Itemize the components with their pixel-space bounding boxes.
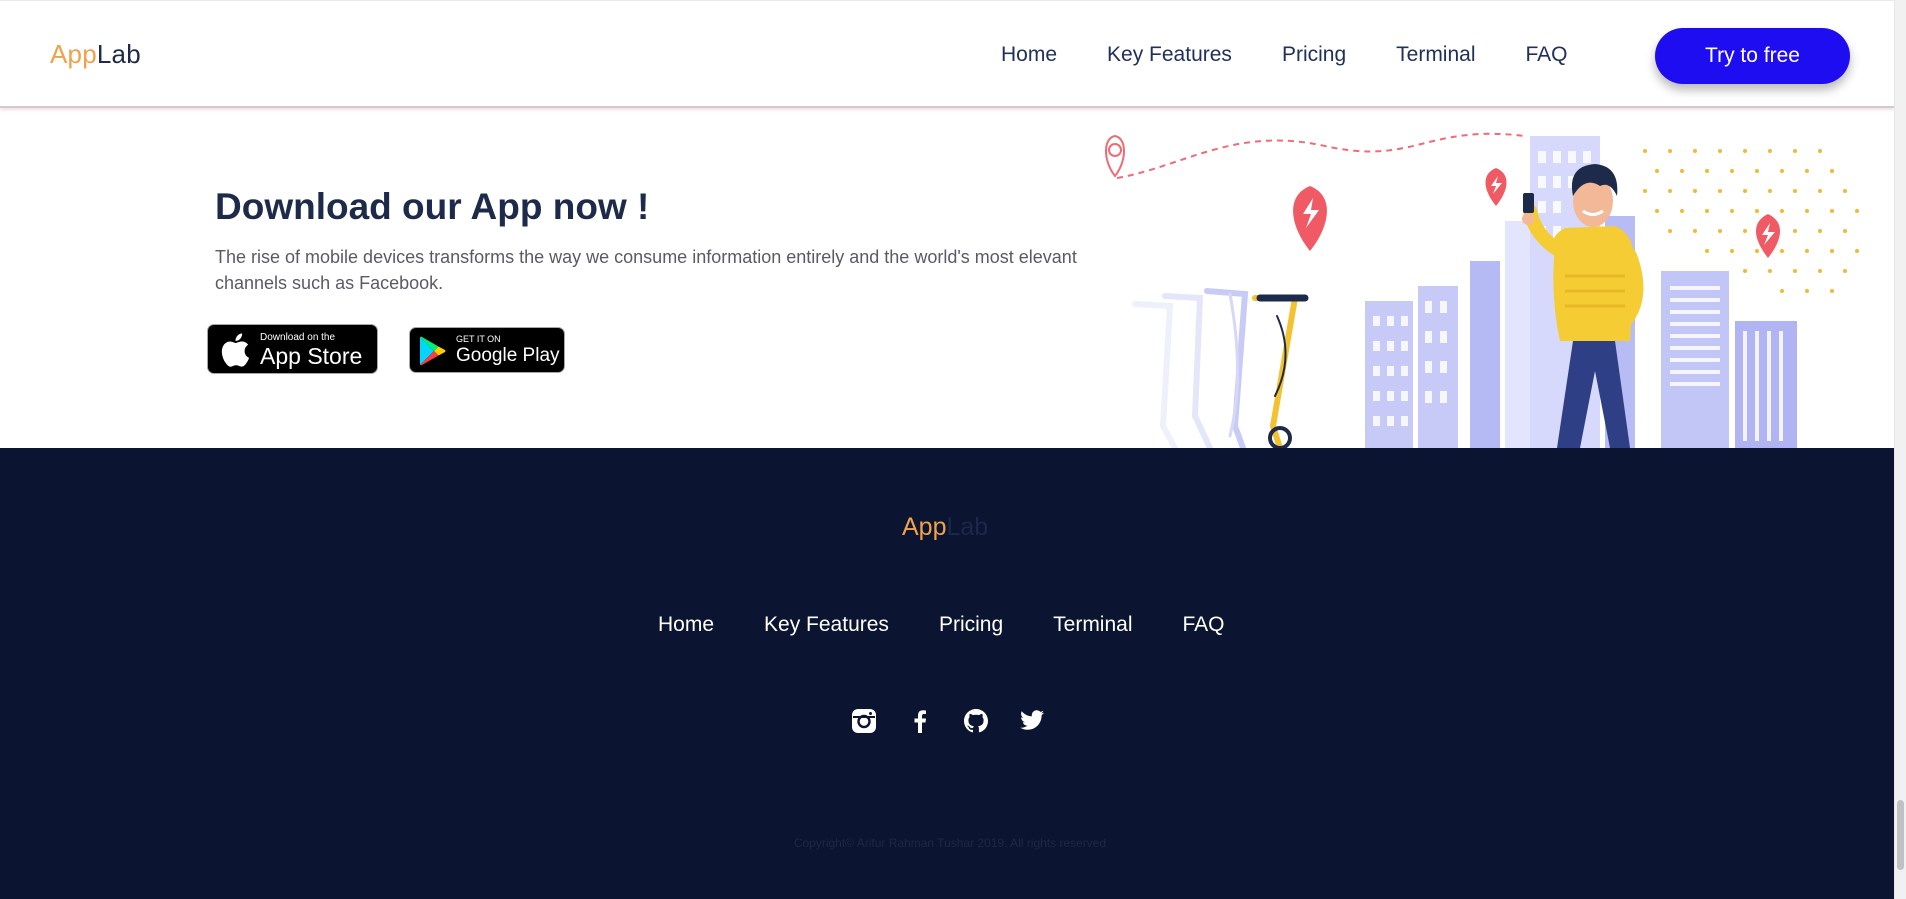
- footer-nav-home[interactable]: Home: [658, 613, 714, 637]
- top-navbar: AppLab Home Key Features Pricing Termina…: [0, 0, 1894, 108]
- nav-terminal[interactable]: Terminal: [1396, 43, 1475, 67]
- location-pin-outline: [1105, 134, 1125, 178]
- footer-nav-pricing[interactable]: Pricing: [939, 613, 1003, 637]
- nav-faq[interactable]: FAQ: [1526, 43, 1568, 67]
- nav-home[interactable]: Home: [1001, 43, 1057, 67]
- github-icon[interactable]: [963, 707, 989, 735]
- social-links: [851, 707, 1045, 735]
- main-nav: Home Key Features Pricing Terminal FAQ: [1001, 43, 1568, 67]
- google-play-button[interactable]: GET IT ON Google Play: [409, 327, 565, 373]
- footer-logo[interactable]: AppLab: [902, 513, 988, 542]
- nav-key-features[interactable]: Key Features: [1107, 43, 1232, 67]
- download-title: Download our App now !: [215, 186, 650, 227]
- red-pin-1: [1293, 186, 1327, 251]
- nav-pricing[interactable]: Pricing: [1282, 43, 1346, 67]
- footer-nav-terminal[interactable]: Terminal: [1053, 613, 1132, 637]
- footer-nav-faq[interactable]: FAQ: [1183, 613, 1225, 637]
- app-store-button[interactable]: Download on the App Store: [207, 324, 378, 374]
- facebook-icon[interactable]: [907, 707, 933, 735]
- google-play-small-text: GET IT ON: [456, 334, 501, 344]
- footer-nav-key-features[interactable]: Key Features: [764, 613, 889, 637]
- scrollbar-thumb[interactable]: [1897, 800, 1904, 870]
- google-play-big-text: Google Play: [456, 345, 560, 366]
- red-pin-2: [1485, 168, 1507, 206]
- logo-lab-text: Lab: [96, 39, 141, 69]
- route-line: [1116, 132, 1526, 179]
- vertical-scrollbar[interactable]: [1894, 0, 1906, 899]
- city-scooter-illustration: [1105, 132, 1859, 448]
- page: AppLab Home Key Features Pricing Termina…: [0, 0, 1906, 899]
- scooters: [1132, 288, 1309, 448]
- google-play-icon: [420, 336, 446, 366]
- app-store-small-text: Download on the: [260, 332, 336, 343]
- red-pin-3: [1755, 214, 1781, 258]
- instagram-icon[interactable]: [851, 707, 877, 735]
- footer-logo-app-text: App: [902, 513, 947, 541]
- try-free-button[interactable]: Try to free: [1655, 28, 1850, 84]
- twitter-icon[interactable]: [1019, 707, 1045, 735]
- footer: AppLab Home Key Features Pricing Termina…: [0, 448, 1894, 899]
- download-description: The rise of mobile devices transforms th…: [215, 247, 1077, 293]
- apple-icon: [221, 333, 250, 367]
- logo-app-text: App: [50, 39, 97, 69]
- footer-logo-lab-text: Lab: [946, 513, 989, 541]
- copyright-text: Copyright© Arifur Rahman Tushar 2019. Al…: [793, 836, 1107, 850]
- app-store-big-text: App Store: [260, 343, 363, 369]
- brand-logo[interactable]: AppLab: [50, 39, 141, 70]
- footer-nav: Home Key Features Pricing Terminal FAQ: [658, 613, 1225, 637]
